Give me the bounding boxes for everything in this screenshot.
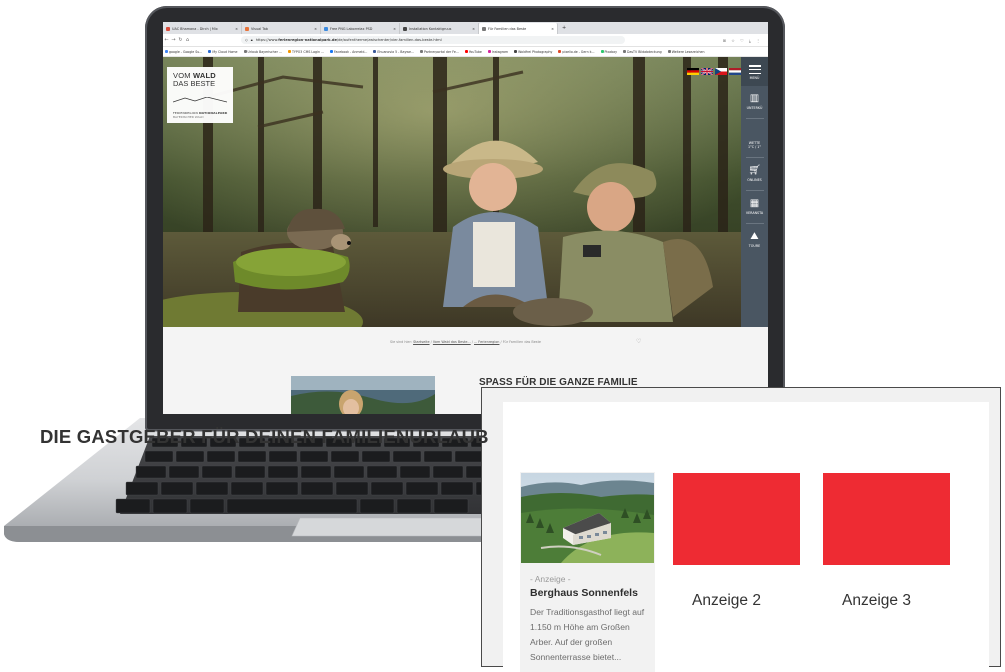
favorite-heart-icon[interactable]: ♡ — [636, 338, 641, 345]
bookmark-item[interactable]: My Cloud Home — [208, 50, 238, 54]
bookmark-favicon-icon — [622, 50, 626, 53]
browser-tab[interactable]: UAC Bhamana - Dirch | Mix × — [163, 23, 242, 34]
ad-placeholder-3[interactable] — [823, 473, 950, 565]
close-tab-icon[interactable]: × — [393, 27, 396, 31]
browser-tab[interactable]: Installation Kontaktgruus × — [400, 23, 479, 34]
breadcrumb-current: Für Familien das Beste — [502, 340, 541, 344]
bookmark-item[interactable]: Pixabay — [600, 50, 617, 54]
flag-uk-icon[interactable] — [701, 68, 713, 75]
bookmark-favicon-icon — [464, 50, 468, 53]
host-description: Der Traditionsgasthof liegt auf 1.150 m … — [530, 607, 645, 662]
ad-placeholder-2[interactable] — [673, 473, 800, 565]
site-sidebar: MENÜ ▥ UNTERKÜ WETTE 1°C / 1° 🛒︎ ONLINES… — [741, 57, 768, 327]
browser-tab-active[interactable]: Für Familien das Beste × — [479, 23, 558, 34]
bookmark-item[interactable]: Facebook - Anmeld... — [330, 50, 367, 54]
bookmark-item[interactable]: pixelio.de - Gern k... — [558, 50, 595, 54]
bookmark-favicon-icon — [419, 50, 423, 53]
bookmarks-bar: google - Google Su... My Cloud Home Urlaub… — [163, 47, 768, 57]
bookmark-favicon-icon — [600, 50, 604, 53]
ad-label-2: Anzeige 2 — [692, 592, 761, 609]
bookmark-favicon-icon — [487, 50, 491, 53]
hero-image — [163, 57, 768, 327]
ad-label-3: Anzeige 3 — [842, 592, 911, 609]
sidebar-item-wetter[interactable]: WETTE 1°C / 1° — [741, 119, 768, 158]
bookmark-item[interactable]: DasTV Bildabdeckung — [622, 50, 662, 54]
logo-mountain-icon — [172, 96, 228, 103]
bookmark-favicon-icon — [373, 50, 377, 53]
favicon-icon — [482, 26, 486, 31]
breadcrumb: Sie sind hier: Startseite / Vom Wald das… — [389, 340, 541, 344]
bookmark-item[interactable]: Ehuanovia 5 - Baywe... — [373, 50, 414, 54]
bookmark-favicon-icon — [330, 50, 334, 53]
bookmark-favicon-icon — [208, 50, 212, 53]
bookmark-favicon-icon — [558, 50, 562, 53]
family-image — [291, 376, 435, 414]
cart-icon: 🛒︎ — [748, 165, 761, 176]
bookmark-favicon-icon — [287, 50, 291, 53]
breadcrumb-link[interactable]: Vom Wald das Beste... — [433, 340, 471, 344]
close-tab-icon[interactable]: × — [472, 27, 475, 31]
site-logo[interactable]: VOM WALD DAS BESTE FERIENREGION NATIONAL… — [167, 67, 233, 123]
bookmark-favicon-icon — [165, 50, 168, 53]
reload-icon[interactable]: ↻ — [177, 37, 184, 43]
bookmark-item[interactable]: Urlaub Bayerischer ... — [243, 50, 282, 54]
sidebar-item-touren[interactable]: ⛰︎ TOURE — [741, 224, 768, 249]
breadcrumb-link[interactable]: ... Ferienregion — [474, 340, 499, 344]
favicon-icon — [166, 26, 170, 31]
favicon-icon — [245, 26, 249, 31]
bookmark-item[interactable]: TYPO3 CMS Login ... — [287, 50, 324, 54]
flag-cz-icon[interactable] — [715, 68, 727, 75]
forward-icon[interactable]: → — [170, 37, 177, 43]
bookmark-item[interactable]: YouTube — [464, 50, 482, 54]
shield-icon: ◇ — [245, 38, 248, 42]
bookmark-item[interactable]: Weitere Lesezeichen — [667, 50, 705, 54]
address-bar[interactable]: ◇ 🔒︎ https://www.ferienregion-nationalpa… — [241, 36, 625, 44]
browser-toolbar: ← → ↻ ⌂ ◇ 🔒︎ https://www.ferienregion-na… — [163, 34, 768, 47]
bookmark-favicon-icon — [514, 50, 518, 53]
toolbar-icons[interactable]: ⊞ ☆ ♡ ⤓ ⋮ — [723, 38, 762, 43]
flag-nl-icon[interactable] — [729, 68, 741, 75]
lock-icon: 🔒︎ — [250, 38, 253, 42]
hosts-title: DIE GASTGEBER FÜR DEINEN FAMILIENURLAUB — [40, 426, 489, 447]
sidebar-item-veranstaltungen[interactable]: ▦ VERANSTA — [741, 191, 768, 224]
bookmark-favicon-icon — [667, 50, 671, 53]
calendar-icon: ▦ — [749, 198, 760, 209]
browser-tab-bar: UAC Bhamana - Dirch | Mix × Visual Tab × … — [163, 22, 768, 34]
menu-icon — [748, 65, 761, 74]
bookmark-item[interactable]: Partnerportal der Fe... — [419, 50, 459, 54]
bookmark-item[interactable]: Instagram — [487, 50, 508, 54]
browser-tab[interactable]: Free PNG Laborrelax PSD × — [321, 23, 400, 34]
laptop-screen: UAC Bhamana - Dirch | Mix × Visual Tab × … — [163, 22, 768, 414]
bookmark-item[interactable]: Waldfrei Photography — [514, 50, 552, 54]
close-tab-icon[interactable]: × — [235, 27, 238, 31]
home-icon[interactable]: ⌂ — [184, 37, 191, 43]
close-tab-icon[interactable]: × — [314, 27, 317, 31]
new-tab-button[interactable]: + — [558, 22, 570, 34]
hiker-icon: ⛰︎ — [750, 231, 759, 242]
sidebar-item-unterkuenfte[interactable]: ▥ UNTERKÜ — [741, 86, 768, 119]
breadcrumb-link[interactable]: Startseite — [413, 340, 430, 344]
back-icon[interactable]: ← — [163, 37, 170, 43]
host-image-berghaus[interactable] — [521, 473, 654, 563]
host-name[interactable]: Berghaus Sonnenfels — [530, 587, 638, 599]
flag-de-icon[interactable] — [687, 68, 699, 75]
sidebar-item-menu[interactable]: MENÜ — [741, 57, 768, 86]
bookmark-favicon-icon — [243, 50, 247, 53]
browser-tab[interactable]: Visual Tab × — [242, 23, 321, 34]
sidebar-item-onlineshop[interactable]: 🛒︎ ONLINES — [741, 158, 768, 191]
language-flags — [687, 68, 741, 75]
hotel-icon: ▥ — [749, 93, 760, 104]
bookmark-item[interactable]: google - Google Su... — [165, 50, 202, 54]
ad-tag: - Anzeige - — [530, 574, 571, 584]
favicon-icon — [324, 26, 328, 31]
favicon-icon — [403, 26, 407, 31]
close-tab-icon[interactable]: × — [551, 27, 554, 31]
